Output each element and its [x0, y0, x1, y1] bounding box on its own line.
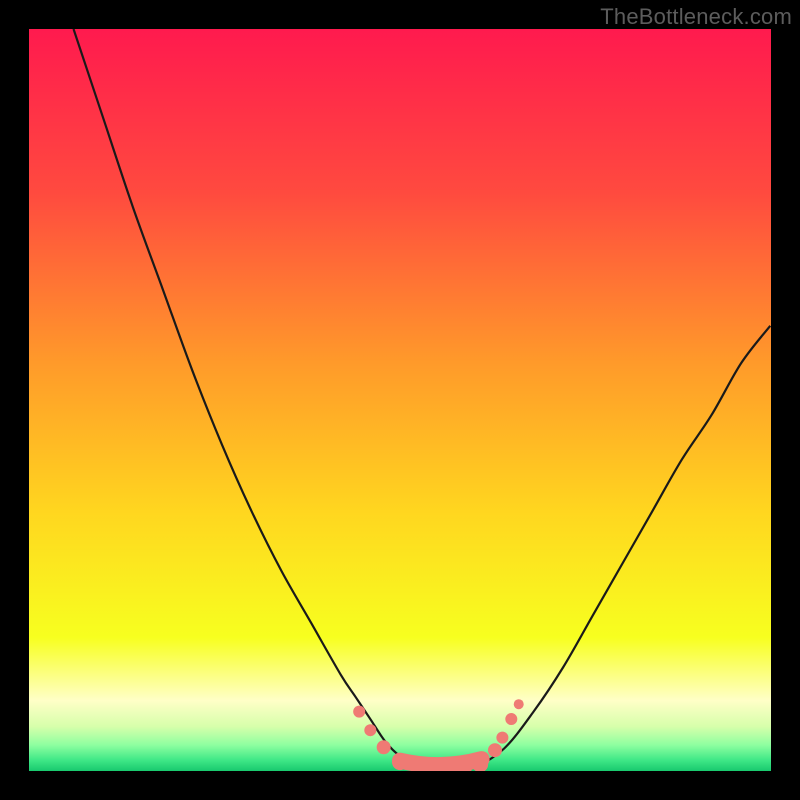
chart-frame: TheBottleneck.com — [0, 0, 800, 800]
gradient-background — [29, 29, 771, 771]
plot-area — [29, 29, 771, 771]
watermark-text: TheBottleneck.com — [600, 4, 792, 30]
